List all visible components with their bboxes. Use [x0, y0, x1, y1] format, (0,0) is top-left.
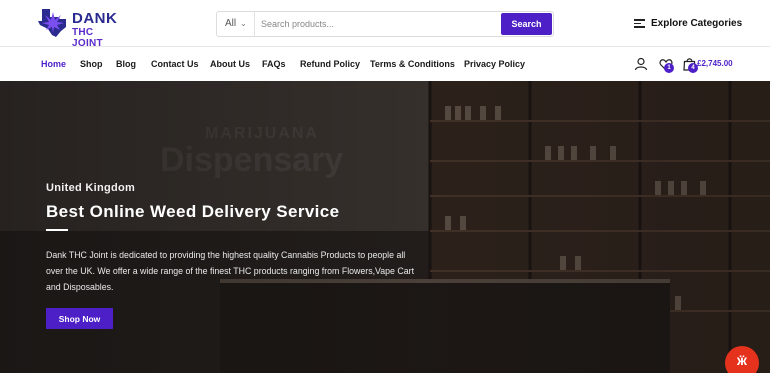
cart-total[interactable]: £2,745.00: [697, 59, 733, 68]
shop-now-button[interactable]: Shop Now: [46, 308, 113, 329]
explore-categories-button[interactable]: Explore Categories: [634, 17, 742, 30]
hero-banner: MARIJUANA Dispensary United Kingdom Best…: [0, 81, 770, 373]
site-logo[interactable]: DANK THC JOINT: [36, 7, 126, 49]
hero-title-underline: [46, 229, 68, 231]
chat-widget-button[interactable]: ӝ: [725, 346, 759, 373]
hero-subtitle: United Kingdom: [46, 182, 136, 194]
user-icon[interactable]: [634, 57, 648, 71]
nav-item-faqs[interactable]: FAQs: [262, 59, 286, 69]
logo-wordmark-top: DANK: [72, 10, 118, 27]
main-navigation: Home Shop Blog Contact Us About Us FAQs …: [0, 47, 770, 81]
nav-item-about-us[interactable]: About Us: [210, 59, 250, 69]
nav-item-refund-policy[interactable]: Refund Policy: [300, 59, 360, 69]
wishlist-count-badge: 1: [664, 63, 674, 73]
search-button[interactable]: Search: [501, 13, 552, 35]
dispensary-background-image: MARIJUANA Dispensary: [0, 81, 770, 373]
chat-icon: ӝ: [737, 352, 747, 368]
nav-item-terms-conditions[interactable]: Terms & Conditions: [370, 59, 455, 69]
chevron-down-icon: ⌄: [240, 19, 247, 28]
nav-item-shop[interactable]: Shop: [80, 59, 103, 69]
nav-item-blog[interactable]: Blog: [116, 59, 136, 69]
nav-item-home[interactable]: Home: [41, 59, 66, 69]
search-category-select[interactable]: All ⌄: [217, 12, 255, 36]
texas-cannabis-leaf-logo-icon: [38, 9, 66, 37]
nav-item-contact-us[interactable]: Contact Us: [151, 59, 199, 69]
search-category-value: All: [225, 18, 237, 29]
site-header: DANK THC JOINT All⌄ Search Explore Categ…: [0, 0, 770, 49]
hero-description: Dank THC Joint is dedicated to providing…: [46, 250, 415, 292]
hero-title: Best Online Weed Delivery Service: [46, 202, 340, 221]
menu-icon: [634, 17, 645, 30]
nav-item-privacy-policy[interactable]: Privacy Policy: [464, 59, 525, 69]
search-input[interactable]: [261, 15, 497, 33]
product-search-bar: All ⌄ Search: [216, 11, 554, 37]
explore-categories-label: Explore Categories: [651, 17, 743, 29]
